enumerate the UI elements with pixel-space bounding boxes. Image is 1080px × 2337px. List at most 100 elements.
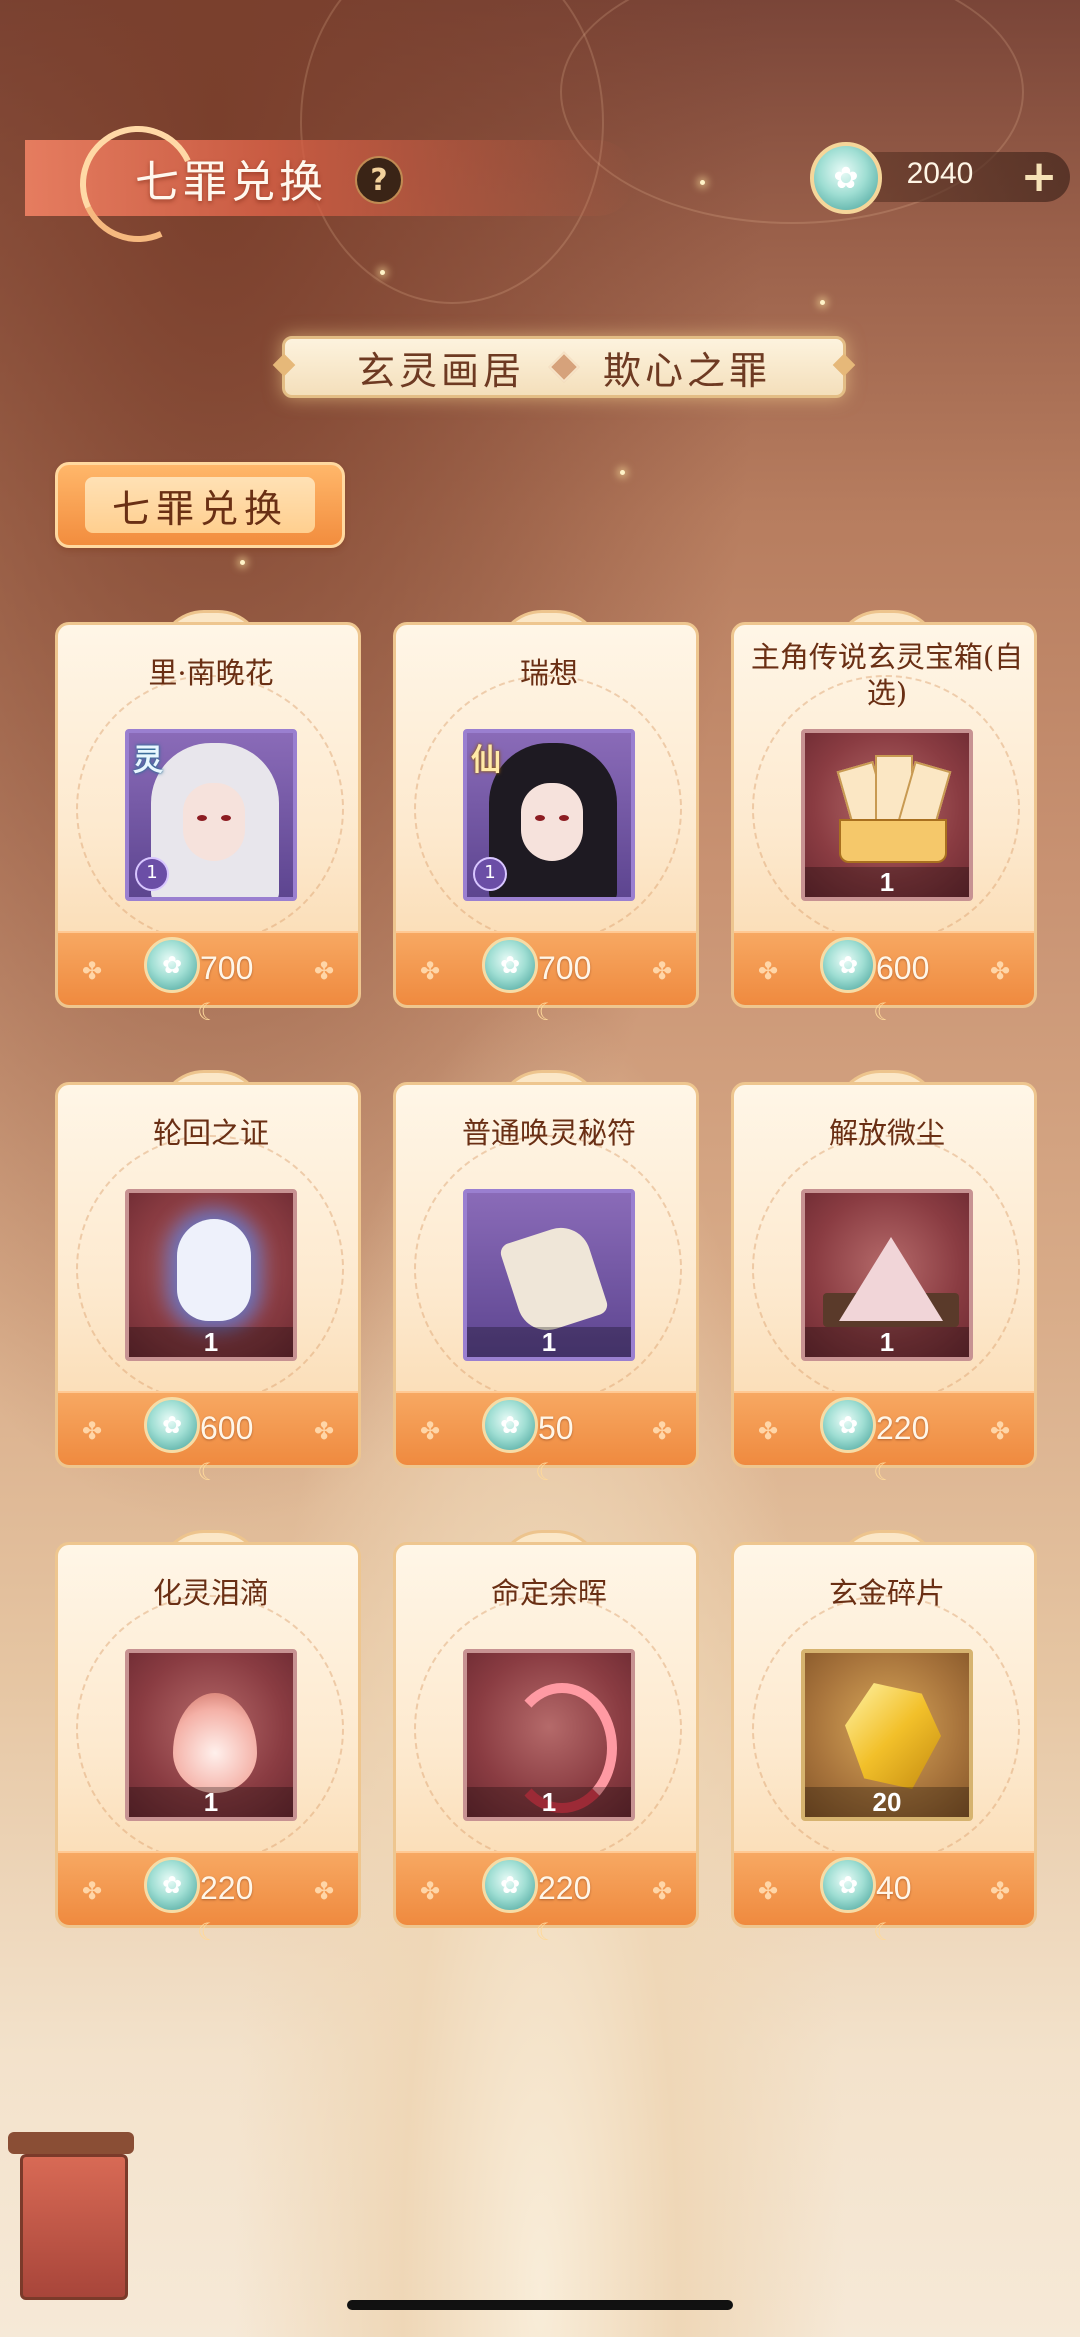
tab-seven-sins-exchange[interactable]: 七罪兑换	[55, 462, 345, 548]
item-price: 600	[876, 950, 930, 986]
page-title: 七罪兑换	[135, 157, 327, 208]
clover-decor-icon: ✤	[651, 1417, 673, 1445]
price-bar: ✤ ✿ 600 ✤	[734, 931, 1034, 1005]
clover-decor-icon: ✤	[989, 1417, 1011, 1445]
price-bar: ✤ ✿ 40 ✤	[734, 1851, 1034, 1925]
item-thumbnail: 20	[801, 1649, 973, 1821]
item-price: 220	[538, 1870, 592, 1906]
lantern-icon	[8, 2132, 134, 2154]
item-name: 瑞想	[519, 656, 578, 690]
clover-decor-icon: ✤	[757, 1417, 779, 1445]
clover-decor-icon: ✤	[81, 957, 103, 985]
clover-decor-icon: ✤	[313, 957, 335, 985]
shop-item-card[interactable]: 普通唤灵秘符 1 ✤ ✿ 50 ✤ ☾	[393, 1070, 699, 1486]
help-button[interactable]: ?	[355, 156, 403, 204]
item-price: 700	[538, 950, 592, 986]
home-indicator[interactable]	[347, 2300, 733, 2310]
add-currency-button[interactable]: +	[1014, 152, 1064, 202]
jade-currency-icon: ✿	[144, 937, 200, 993]
banner-left-tip-icon	[272, 353, 296, 377]
clover-decor-icon: ✤	[651, 1877, 673, 1905]
price-bar: ✤ ✿ 220 ✤	[396, 1851, 696, 1925]
mask-icon	[177, 1219, 251, 1321]
pendant-decor-icon: ☾	[535, 1918, 557, 1946]
item-quantity: 1	[467, 1787, 631, 1817]
treasure-chest-icon	[833, 755, 952, 865]
teardrop-icon	[173, 1693, 257, 1793]
clover-decor-icon: ✤	[989, 957, 1011, 985]
pendant-decor-icon: ☾	[197, 1458, 219, 1486]
pendant-decor-icon: ☾	[873, 1458, 895, 1486]
item-price: 700	[200, 950, 254, 986]
shop-item-card[interactable]: 主角传说玄灵宝箱(自选) 1 ✤ ✿ 600 ✤ ☾	[731, 610, 1037, 1026]
pendant-decor-icon: ☾	[873, 998, 895, 1026]
clover-decor-icon: ✤	[757, 957, 779, 985]
dust-pile-icon	[839, 1237, 943, 1321]
banner-right-tip-icon	[832, 353, 856, 377]
clover-decor-icon: ✤	[989, 1877, 1011, 1905]
pendant-decor-icon: ☾	[197, 1918, 219, 1946]
clover-decor-icon: ✤	[81, 1417, 103, 1445]
clover-decor-icon: ✤	[419, 1417, 441, 1445]
level-badge: 1	[473, 857, 507, 891]
item-quantity: 1	[129, 1787, 293, 1817]
level-badge: 1	[135, 857, 169, 891]
clover-decor-icon: ✤	[81, 1877, 103, 1905]
jade-currency-icon: ✿	[810, 142, 882, 214]
item-thumbnail: 灵 1	[125, 729, 297, 901]
pendant-decor-icon: ☾	[873, 1918, 895, 1946]
lantern-back-button[interactable]	[8, 2132, 134, 2302]
price-bar: ✤ ✿ 700 ✤	[396, 931, 696, 1005]
item-name: 普通唤灵秘符	[461, 1116, 636, 1150]
shop-item-card[interactable]: 玄金碎片 20 ✤ ✿ 40 ✤ ☾	[731, 1530, 1037, 1946]
tab-label: 七罪兑换	[85, 477, 315, 533]
pendant-decor-icon: ☾	[535, 998, 557, 1026]
jade-currency-icon: ✿	[820, 1397, 876, 1453]
shop-item-card[interactable]: 化灵泪滴 1 ✤ ✿ 220 ✤ ☾	[55, 1530, 361, 1946]
banner-left-label: 玄灵画居	[356, 348, 525, 393]
item-quantity: 1	[467, 1327, 631, 1357]
item-price: 220	[200, 1870, 254, 1906]
shop-location-banner: 玄灵画居 欺心之罪	[272, 336, 856, 398]
item-name: 轮回之证	[152, 1116, 269, 1150]
clover-decor-icon: ✤	[419, 1877, 441, 1905]
item-quantity: 1	[805, 867, 969, 897]
item-name: 主角传说玄灵宝箱(自选)	[750, 640, 1024, 710]
item-name: 解放微尘	[828, 1116, 945, 1150]
item-price: 40	[876, 1870, 912, 1906]
pendant-decor-icon: ☾	[535, 1458, 557, 1486]
item-name: 里·南晚花	[148, 656, 274, 690]
price-bar: ✤ ✿ 700 ✤	[58, 931, 358, 1005]
clover-decor-icon: ✤	[313, 1417, 335, 1445]
clover-decor-icon: ✤	[419, 957, 441, 985]
shop-item-card[interactable]: 解放微尘 1 ✤ ✿ 220 ✤ ☾	[731, 1070, 1037, 1486]
shop-item-card[interactable]: 轮回之证 1 ✤ ✿ 600 ✤ ☾	[55, 1070, 361, 1486]
price-bar: ✤ ✿ 600 ✤	[58, 1391, 358, 1465]
item-thumbnail: 1	[801, 1189, 973, 1361]
scroll-icon	[498, 1220, 610, 1338]
item-thumbnail: 1	[125, 1189, 297, 1361]
currency-amount: 2040	[906, 157, 974, 190]
item-name: 玄金碎片	[828, 1576, 945, 1610]
jade-currency-icon: ✿	[482, 937, 538, 993]
banner-right-label: 欺心之罪	[603, 348, 772, 393]
jade-currency-icon: ✿	[482, 1857, 538, 1913]
clover-decor-icon: ✤	[313, 1877, 335, 1905]
price-bar: ✤ ✿ 50 ✤	[396, 1391, 696, 1465]
rarity-tag: 灵	[133, 743, 163, 778]
clover-decor-icon: ✤	[651, 957, 673, 985]
clover-decor-icon: ✤	[757, 1877, 779, 1905]
price-bar: ✤ ✿ 220 ✤	[58, 1851, 358, 1925]
item-price: 50	[538, 1410, 574, 1446]
jade-currency-icon: ✿	[144, 1397, 200, 1453]
shop-item-card[interactable]: 命定余晖 1 ✤ ✿ 220 ✤ ☾	[393, 1530, 699, 1946]
shop-item-card[interactable]: 里·南晚花 灵 1 ✤ ✿ 700 ✤ ☾	[55, 610, 361, 1026]
item-name: 命定余晖	[490, 1576, 607, 1610]
shop-item-card[interactable]: 瑞想 仙 1 ✤ ✿ 700 ✤ ☾	[393, 610, 699, 1026]
item-thumbnail: 1	[463, 1189, 635, 1361]
rarity-tag: 仙	[471, 743, 501, 778]
gold-shard-icon	[845, 1683, 941, 1789]
jade-currency-icon: ✿	[482, 1397, 538, 1453]
item-quantity: 20	[805, 1787, 969, 1817]
diamond-separator-icon	[548, 351, 580, 383]
